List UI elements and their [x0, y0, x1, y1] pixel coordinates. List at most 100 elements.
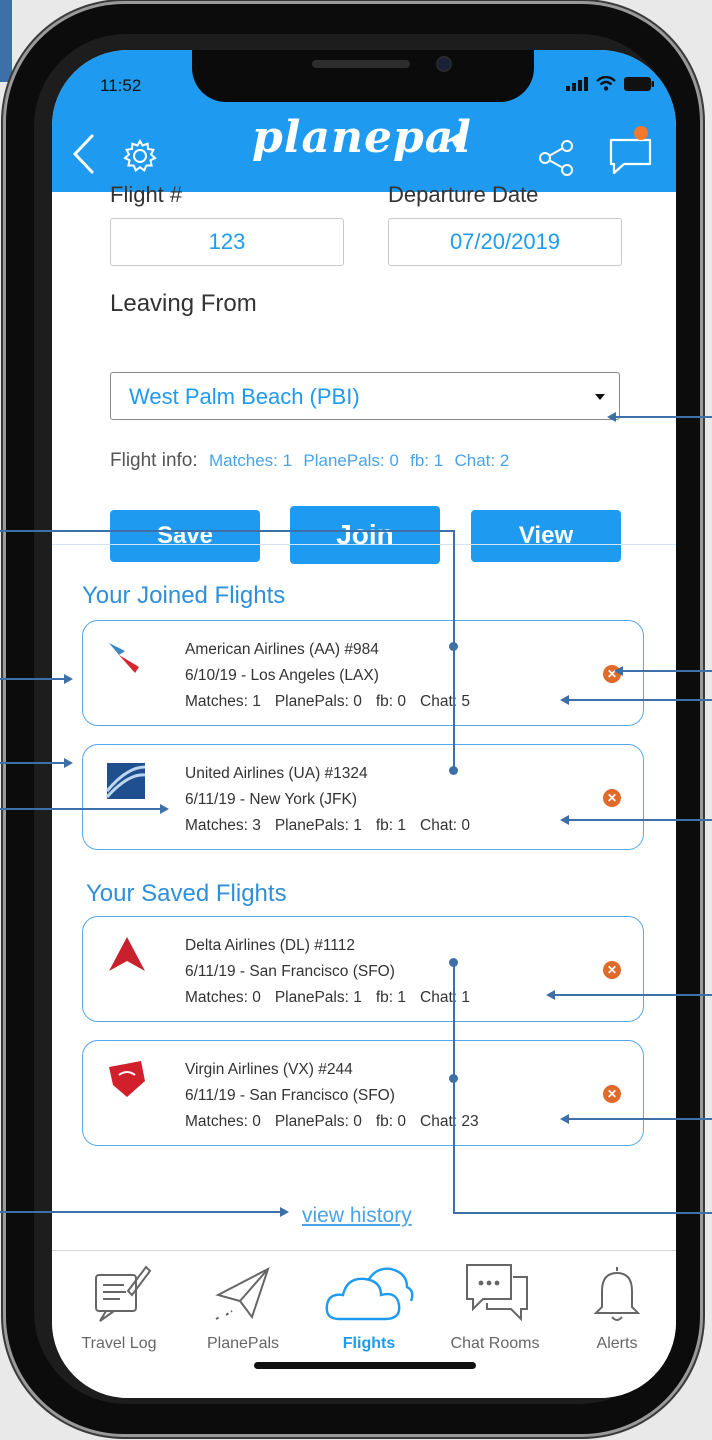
- annotation-line: [453, 1212, 712, 1214]
- saved-flight-card[interactable]: Delta Airlines (DL) #1112 6/11/19 - San …: [82, 916, 644, 1022]
- flight-info-fb[interactable]: fb: 1: [410, 451, 443, 470]
- join-button[interactable]: Join: [290, 506, 440, 564]
- flight-number-input[interactable]: 123: [110, 218, 344, 266]
- flight-chat: Chat: 1: [420, 989, 470, 1006]
- tab-planepals[interactable]: PlanePals: [188, 1261, 298, 1371]
- share-icon[interactable]: [536, 138, 576, 178]
- speaker: [312, 60, 410, 68]
- flight-planepals: PlanePals: 1: [274, 817, 362, 834]
- tab-travel-log[interactable]: Travel Log: [64, 1261, 174, 1371]
- flight-date-destination: 6/11/19 - San Francisco (SFO): [185, 1087, 395, 1104]
- home-indicator: [254, 1362, 476, 1369]
- front-camera: [438, 58, 450, 70]
- logo-plane-icon: [438, 130, 464, 148]
- joined-flights-title: Your Joined Flights: [82, 582, 286, 609]
- annotation-arrow: [560, 1114, 569, 1124]
- flight-matches: Matches: 0: [185, 1113, 261, 1130]
- flight-date-destination: 6/11/19 - San Francisco (SFO): [185, 963, 395, 980]
- flight-info-planepals[interactable]: PlanePals: 0: [303, 451, 398, 470]
- annotation-dot: [449, 642, 458, 651]
- tab-label: Flights: [342, 1335, 396, 1352]
- tab-label: Travel Log: [81, 1335, 157, 1352]
- cloud-icon: [325, 1267, 414, 1321]
- annotation-dot: [449, 958, 458, 967]
- annotation-arrow: [64, 758, 73, 768]
- notification-badge: [634, 126, 648, 140]
- departure-date-input[interactable]: 07/20/2019: [388, 218, 622, 266]
- flight-fb: fb: 0: [375, 1113, 407, 1130]
- flight-form-content: Flight # Departure Date 123 07/20/2019 L…: [52, 182, 676, 1250]
- flight-number-label: Flight #: [110, 182, 183, 207]
- departure-date-label: Departure Date: [388, 182, 539, 207]
- remove-icon[interactable]: ✕: [603, 789, 621, 807]
- save-button[interactable]: Save: [110, 510, 260, 562]
- flight-airline: Delta Airlines (DL) #1112: [185, 937, 356, 954]
- chat-bubbles-icon: [466, 1264, 528, 1322]
- annotation-arrow: [160, 804, 169, 814]
- joined-flight-card[interactable]: American Airlines (AA) #984 6/10/19 - Lo…: [82, 620, 644, 726]
- gear-icon[interactable]: [122, 138, 158, 174]
- annotation-line: [0, 1211, 280, 1213]
- annotation-line: [614, 416, 712, 418]
- annotation-line: [0, 678, 64, 680]
- tab-label: Alerts: [596, 1335, 638, 1352]
- flight-info-chat[interactable]: Chat: 2: [454, 451, 509, 470]
- flight-airline: American Airlines (AA) #984: [185, 641, 379, 658]
- annotation-line: [453, 530, 455, 772]
- battery-icon: [624, 76, 654, 91]
- flight-planepals: PlanePals: 0: [274, 693, 362, 710]
- flight-date-destination: 6/10/19 - Los Angeles (LAX): [185, 667, 379, 684]
- flight-chat: Chat: 23: [420, 1113, 479, 1130]
- remove-icon[interactable]: ✕: [603, 1085, 621, 1103]
- flight-info-matches[interactable]: Matches: 1: [209, 451, 292, 470]
- annotation-line: [453, 962, 455, 1214]
- leaving-from-select[interactable]: West Palm Beach (PBI): [110, 372, 620, 420]
- remove-icon[interactable]: ✕: [603, 961, 621, 979]
- annotation-line: [622, 670, 712, 672]
- flight-fb: fb: 0: [375, 693, 407, 710]
- message-icon[interactable]: [608, 134, 654, 176]
- flight-matches: Matches: 0: [185, 989, 261, 1006]
- phone-screen: 11:52 planepal Flight # Departure Date 1…: [52, 50, 676, 1398]
- flight-fb: fb: 1: [375, 989, 407, 1006]
- view-button[interactable]: View: [471, 510, 621, 562]
- notch: [192, 50, 534, 102]
- annotation-arrow: [614, 666, 623, 676]
- united-airlines-logo-icon: [105, 763, 146, 799]
- annotation-dot: [449, 766, 458, 775]
- flight-matches: Matches: 1: [185, 693, 261, 710]
- bell-icon: [593, 1267, 641, 1321]
- saved-flight-card[interactable]: Virgin Airlines (VX) #244 6/11/19 - San …: [82, 1040, 644, 1146]
- annotation-line: [568, 819, 712, 821]
- annotation-line: [0, 808, 160, 810]
- joined-flight-card[interactable]: United Airlines (UA) #1324 6/11/19 - New…: [82, 744, 644, 850]
- section-divider: [52, 544, 676, 545]
- tab-label: Chat Rooms: [450, 1335, 540, 1352]
- annotation-tab: [0, 0, 12, 82]
- flight-chat: Chat: 5: [420, 693, 470, 710]
- flight-matches: Matches: 3: [185, 817, 261, 834]
- view-history-link[interactable]: view history: [302, 1204, 412, 1228]
- saved-flights-title: Your Saved Flights: [86, 880, 287, 907]
- paper-plane-icon: [215, 1266, 270, 1320]
- tab-alerts[interactable]: Alerts: [562, 1261, 672, 1371]
- status-time: 11:52: [100, 76, 142, 95]
- flight-planepals: PlanePals: 0: [274, 1113, 362, 1130]
- signal-icon: [566, 76, 588, 91]
- annotation-arrow: [546, 990, 555, 1000]
- annotation-arrow: [560, 815, 569, 825]
- bottom-tab-bar: Travel Log PlanePals Flights Chat Rooms …: [52, 1250, 676, 1398]
- annotation-line: [0, 762, 64, 764]
- flight-airline: Virgin Airlines (VX) #244: [185, 1061, 353, 1078]
- status-icons: [566, 76, 654, 91]
- tab-chat-rooms[interactable]: Chat Rooms: [440, 1261, 550, 1371]
- tab-flights[interactable]: Flights: [314, 1261, 424, 1371]
- annotation-line: [568, 1118, 712, 1120]
- tab-label: PlanePals: [206, 1335, 280, 1352]
- flight-fb: fb: 1: [375, 817, 407, 834]
- flight-airline: United Airlines (UA) #1324: [185, 765, 368, 782]
- flight-chat: Chat: 0: [420, 817, 470, 834]
- annotation-line: [554, 994, 712, 996]
- flight-planepals: PlanePals: 1: [274, 989, 362, 1006]
- back-icon[interactable]: [72, 134, 94, 174]
